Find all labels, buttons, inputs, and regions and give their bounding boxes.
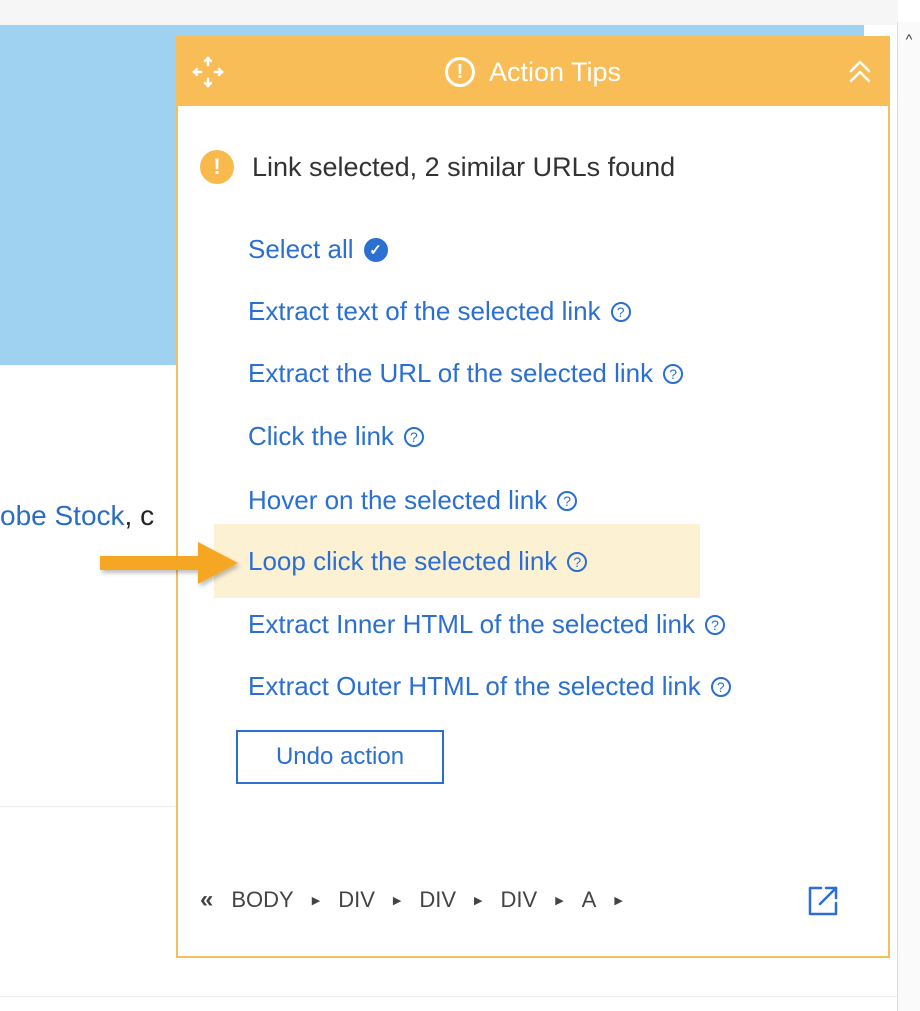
- help-circle-icon[interactable]: ?: [610, 301, 631, 322]
- info-icon: !: [444, 57, 475, 87]
- caret-right-icon: ▶: [392, 894, 402, 907]
- page-text-tail: , c: [124, 500, 155, 531]
- caret-right-icon: ▶: [474, 894, 483, 907]
- scroll-up-icon[interactable]: ^: [898, 28, 920, 50]
- page-link[interactable]: obe Stock: [0, 500, 125, 531]
- warning-icon: !: [200, 150, 234, 184]
- caret-right-icon: ▶: [614, 894, 623, 907]
- panel-header: ! Action Tips: [178, 38, 888, 106]
- action-label[interactable]: Hover on the selected link: [248, 485, 547, 516]
- action-label[interactable]: Extract the URL of the selected link: [248, 358, 653, 389]
- breadcrumb-item[interactable]: DIV: [419, 887, 456, 913]
- action-extract-url[interactable]: Extract the URL of the selected link ?: [248, 358, 684, 389]
- help-circle-icon[interactable]: ?: [557, 490, 578, 511]
- help-circle-icon[interactable]: ?: [663, 363, 684, 384]
- action-extract-inner-html[interactable]: Extract Inner HTML of the selected link …: [248, 609, 726, 640]
- action-label[interactable]: Loop click the selected link: [248, 546, 557, 577]
- breadcrumb-item[interactable]: BODY: [231, 887, 293, 913]
- page-divider-bottom: [0, 996, 898, 997]
- action-select-all[interactable]: Select all ✓: [248, 234, 388, 265]
- page-top-strip: [0, 0, 898, 25]
- action-hover-link[interactable]: Hover on the selected link ?: [248, 485, 578, 516]
- help-circle-icon[interactable]: ?: [705, 614, 726, 635]
- caret-right-icon: ▶: [555, 894, 564, 907]
- help-circle-icon[interactable]: ?: [403, 426, 424, 447]
- action-tips-panel: ! Action Tips ! Link selected, 2 similar…: [176, 36, 890, 958]
- panel-title-group: ! Action Tips: [178, 38, 888, 106]
- help-circle-icon[interactable]: ?: [567, 551, 588, 572]
- action-extract-text[interactable]: Extract text of the selected link ?: [248, 296, 631, 327]
- action-extract-outer-html[interactable]: Extract Outer HTML of the selected link …: [248, 671, 731, 702]
- action-label[interactable]: Extract text of the selected link: [248, 296, 601, 327]
- action-label[interactable]: Select all: [248, 234, 354, 265]
- breadcrumb-item[interactable]: A: [582, 887, 597, 913]
- open-external-icon[interactable]: [806, 884, 840, 918]
- status-row: ! Link selected, 2 similar URLs found: [200, 150, 675, 184]
- check-circle-icon: ✓: [363, 237, 388, 262]
- panel-title: Action Tips: [488, 56, 622, 87]
- help-circle-icon[interactable]: ?: [710, 676, 731, 697]
- breadcrumb-item[interactable]: DIV: [501, 887, 538, 913]
- pointer-arrow-icon: [100, 542, 238, 584]
- action-label[interactable]: Extract Inner HTML of the selected link: [248, 609, 695, 640]
- element-breadcrumb: « BODY ▶ DIV ▶ DIV ▶ DIV ▶ A ▶: [200, 886, 623, 914]
- status-text: Link selected, 2 similar URLs found: [252, 151, 676, 182]
- page-scrollbar[interactable]: [897, 22, 920, 1011]
- action-loop-click[interactable]: Loop click the selected link ?: [248, 546, 588, 577]
- action-click-link[interactable]: Click the link ?: [248, 421, 424, 452]
- undo-action-button[interactable]: Undo action: [236, 730, 444, 784]
- action-label[interactable]: Click the link: [248, 421, 394, 452]
- page-divider: [0, 806, 176, 807]
- breadcrumb-item[interactable]: DIV: [338, 887, 375, 913]
- action-label[interactable]: Extract Outer HTML of the selected link: [248, 671, 701, 702]
- collapse-icon[interactable]: [846, 56, 874, 88]
- breadcrumb-back-icon[interactable]: «: [200, 886, 213, 914]
- page-text-snippet: obe Stock, c: [0, 500, 154, 532]
- caret-right-icon: ▶: [311, 894, 321, 907]
